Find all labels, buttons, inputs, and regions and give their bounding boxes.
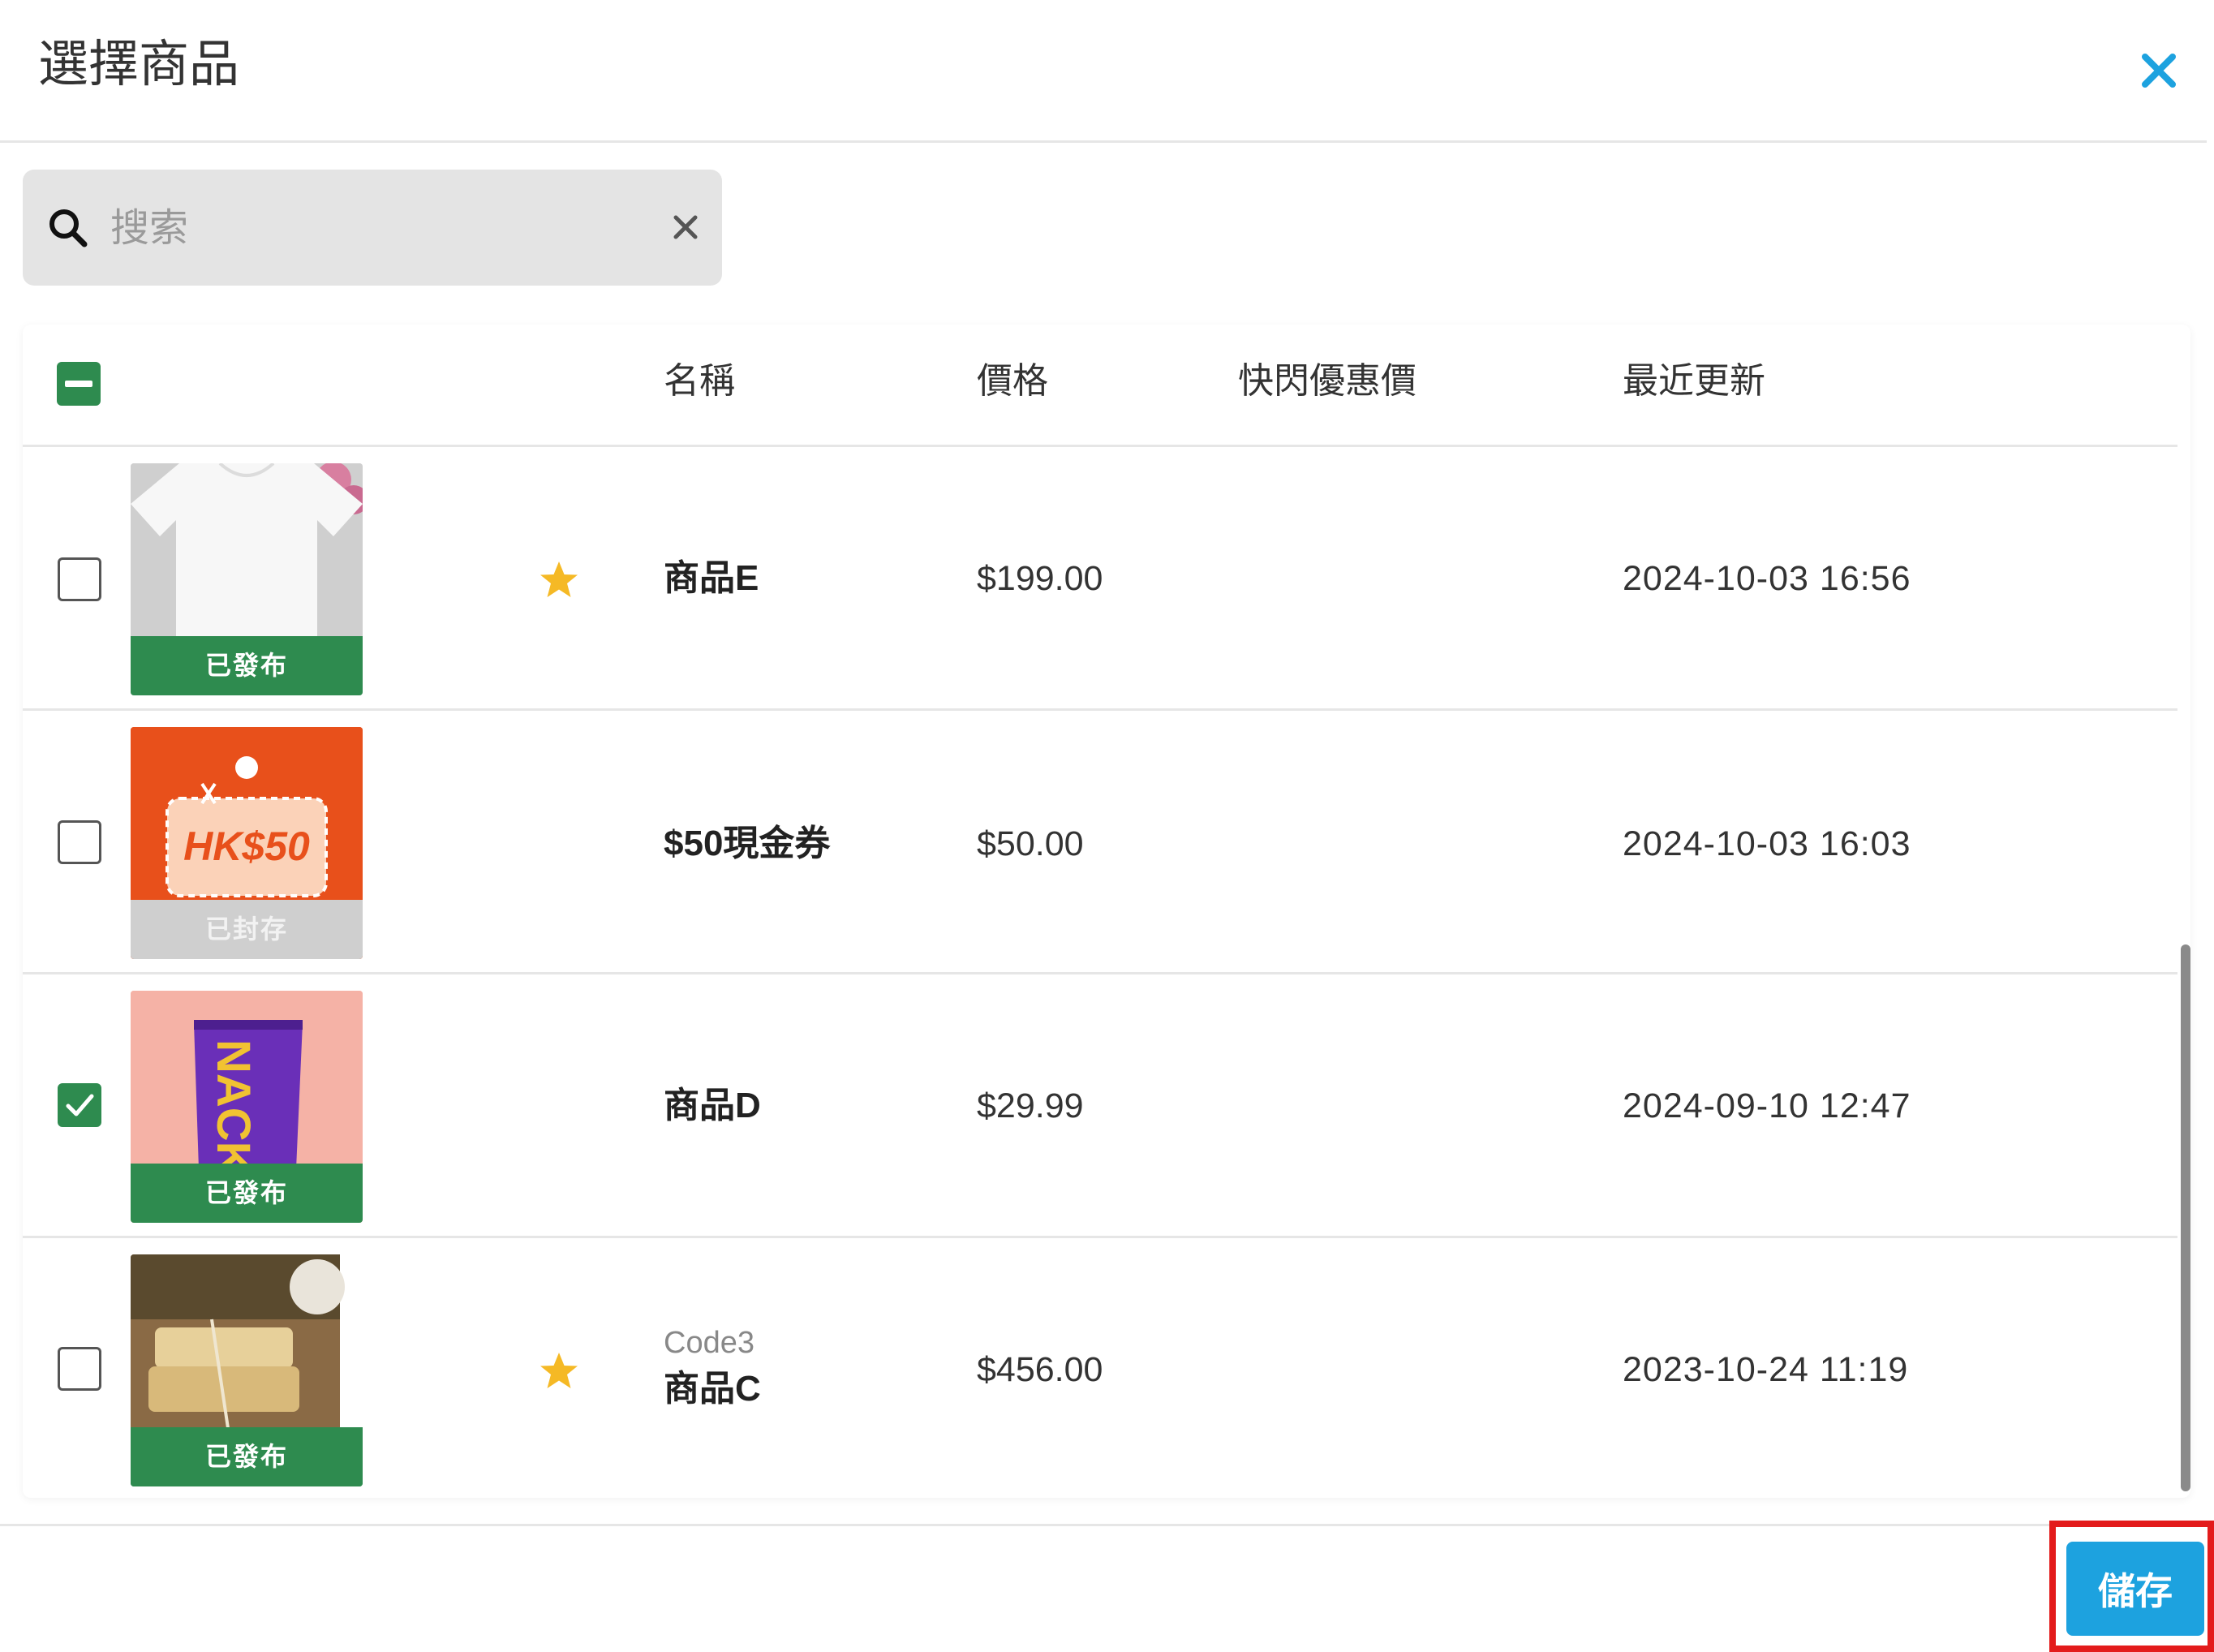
column-header-price[interactable]: 價格 (977, 357, 1048, 406)
status-badge: 已發布 (131, 1427, 363, 1486)
product-price: $456.00 (977, 1350, 1103, 1389)
star-icon (540, 561, 578, 597)
table-row[interactable]: 已發布 Code3 商品C $456.00 2023-10-24 11:19 (23, 1238, 2177, 1498)
table-row[interactable]: 已發布 商品E $199.00 2024-10-03 16:56 (23, 447, 2177, 711)
product-updated: 2024-09-10 12:47 (1623, 1086, 1911, 1125)
product-thumbnail-voucher: HK$50 已封存 (131, 727, 363, 959)
dialog-title: 選擇商品 (38, 37, 240, 92)
product-code: Code3 (664, 1326, 754, 1360)
product-updated: 2023-10-24 11:19 (1623, 1350, 1909, 1389)
table-row[interactable]: HK$50 已封存 $50現金券 $50.00 2024-10-03 16:03 (23, 711, 2177, 974)
row-checkbox[interactable] (58, 557, 101, 601)
clear-search-icon[interactable] (665, 207, 706, 247)
search-input[interactable] (110, 192, 646, 264)
dialog-header: 選擇商品 (0, 0, 2207, 143)
row-checkbox[interactable] (58, 1347, 101, 1391)
product-name: 商品D (664, 1086, 761, 1125)
search-box (23, 170, 722, 286)
product-thumbnail-soap: 已發布 (131, 1254, 363, 1486)
row-checkbox[interactable] (58, 820, 101, 864)
row-checkbox[interactable] (58, 1083, 101, 1127)
search-icon (49, 209, 88, 247)
checkmark-icon (66, 1094, 94, 1116)
product-updated: 2024-10-03 16:56 (1623, 559, 1911, 598)
table-row[interactable]: NACK 已發布 商品D $29.99 2024-09-10 12:47 (23, 974, 2177, 1238)
table-header: 名稱 價格 快閃優惠價 最近更新 (23, 325, 2177, 447)
column-header-name[interactable]: 名稱 (664, 357, 735, 406)
column-header-flash-price[interactable]: 快閃優惠價 (1238, 357, 1417, 406)
product-price: $29.99 (977, 1086, 1084, 1125)
product-thumbnail-tshirt: 已發布 (131, 463, 363, 695)
status-badge: 已發布 (131, 636, 363, 695)
product-updated: 2024-10-03 16:03 (1623, 824, 1911, 863)
save-button[interactable]: 儲存 (2066, 1542, 2204, 1636)
column-header-updated[interactable]: 最近更新 (1623, 357, 1765, 406)
snack-label: NACK (207, 1039, 260, 1176)
status-badge: 已發布 (131, 1164, 363, 1223)
close-icon[interactable] (2130, 42, 2187, 99)
star-icon (540, 1353, 578, 1388)
product-name: 商品C (664, 1369, 761, 1409)
product-price: $50.00 (977, 824, 1084, 863)
status-badge: 已封存 (131, 900, 363, 959)
scrollbar-thumb[interactable] (2181, 944, 2190, 1491)
product-price: $199.00 (977, 559, 1103, 598)
select-product-dialog: 選擇商品 名稱 價格 快閃優惠價 最近更新 (0, 0, 2214, 1652)
footer-divider (0, 1524, 2207, 1526)
voucher-label: HK$50 (183, 824, 310, 869)
product-name: $50現金券 (664, 824, 831, 863)
product-thumbnail-snack: NACK 已發布 (131, 991, 363, 1223)
product-table: 名稱 價格 快閃優惠價 最近更新 已發布 商品E $199.00 2024-10… (23, 325, 2190, 1498)
product-name: 商品E (664, 558, 759, 598)
select-all-checkbox[interactable] (57, 362, 101, 406)
